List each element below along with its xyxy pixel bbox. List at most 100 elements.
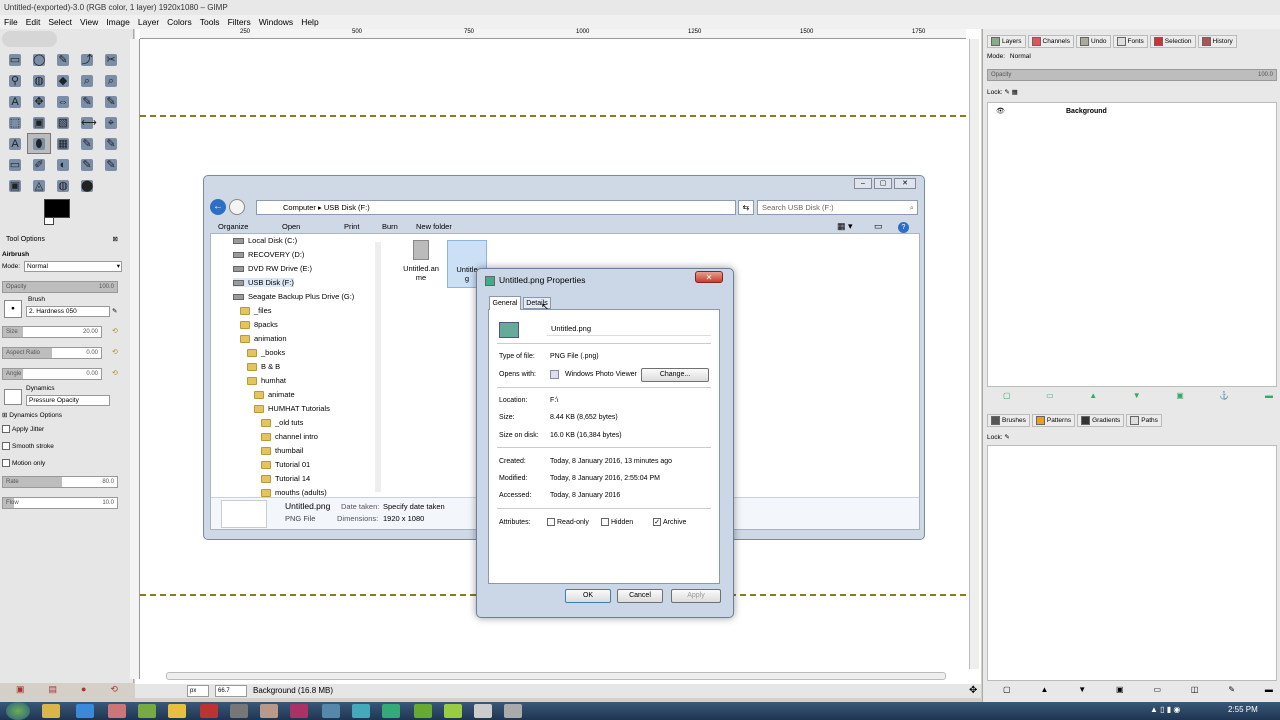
app7-taskbar-icon[interactable] <box>352 704 370 718</box>
archive-checkbox[interactable]: ✓ Archive <box>653 518 686 526</box>
toolbar-open-button[interactable]: Open <box>282 220 300 234</box>
tool-pencil[interactable]: ✎ <box>75 133 99 154</box>
lock-alpha-icon[interactable]: ▦ <box>1012 89 1018 96</box>
smooth-stroke-checkbox[interactable]: Smooth stroke <box>2 441 122 453</box>
tool-dodge[interactable]: ◍ <box>51 175 75 196</box>
menu-tools[interactable]: Tools <box>196 15 224 29</box>
tool-heal[interactable]: ⬮ <box>27 133 51 154</box>
save-options-icon[interactable]: ▣ <box>16 684 25 698</box>
search-box[interactable]: Search USB Disk (F:) ⌕ <box>757 200 918 215</box>
tree-item[interactable]: humhat <box>247 376 286 385</box>
tool-scale[interactable]: ⬚ <box>3 112 27 133</box>
toolbar-new-folder-button[interactable]: New folder <box>416 220 452 234</box>
tool-perspective-clone[interactable]: ✎ <box>99 154 123 175</box>
menu-filters[interactable]: Filters <box>224 15 255 29</box>
tool-zoom[interactable]: ⌕ <box>75 70 99 91</box>
tree-item[interactable]: DVD RW Drive (E:) <box>233 264 312 273</box>
start-button[interactable] <box>6 702 30 720</box>
tree-item[interactable]: _files <box>240 306 272 315</box>
tool-align[interactable]: ⇔ <box>51 91 75 112</box>
tool-foreground-select[interactable]: ⚲ <box>3 70 27 91</box>
menu-edit[interactable]: Edit <box>22 15 45 29</box>
app4-taskbar-icon[interactable] <box>260 704 278 718</box>
new-group-icon[interactable]: ▭ <box>1046 391 1054 400</box>
tool-paths[interactable]: ◍ <box>27 70 51 91</box>
tree-item[interactable]: thumbail <box>261 446 303 455</box>
unit-select[interactable]: px <box>187 685 209 697</box>
explorer-taskbar-icon[interactable] <box>42 704 60 718</box>
delete-path-icon[interactable]: ▬ <box>1265 685 1273 694</box>
apply-button[interactable]: Apply <box>671 589 721 603</box>
tool-text-tool[interactable]: A <box>3 133 27 154</box>
tool-move[interactable]: ✥ <box>27 91 51 112</box>
delete-options-icon[interactable]: ● <box>81 684 86 698</box>
background-color-swatch[interactable] <box>44 217 54 225</box>
eye-icon[interactable]: 👁 <box>996 105 1005 119</box>
menu-layer[interactable]: Layer <box>134 15 163 29</box>
app10-taskbar-icon[interactable] <box>444 704 462 718</box>
angle-slider[interactable]: Angle 0.00 <box>2 368 102 380</box>
layer-row[interactable]: 👁 Background <box>988 105 1276 119</box>
tool-rect-select[interactable]: ▭ <box>3 49 27 70</box>
raise-path-icon[interactable]: ▲ <box>1040 685 1048 694</box>
reset-angle-icon[interactable]: ⟲ <box>112 369 118 377</box>
dynamics-preview[interactable] <box>4 389 22 405</box>
navigate-icon[interactable]: ✥ <box>969 684 977 698</box>
tab-general[interactable]: General <box>489 296 521 310</box>
ie-taskbar-icon[interactable] <box>76 704 94 718</box>
tool-ellipse-select[interactable]: ◯ <box>27 49 51 70</box>
dynamics-options-expander[interactable]: ⊞ Dynamics Options <box>2 410 122 422</box>
tool-flip[interactable]: ⟷ <box>75 112 99 133</box>
tool-text[interactable]: A <box>3 91 27 112</box>
lock-path-icon[interactable]: ✎ <box>1004 434 1009 441</box>
tree-item[interactable]: Tutorial 01 <box>261 460 310 469</box>
back-button[interactable]: ← <box>210 199 226 215</box>
minimize-button[interactable]: – <box>854 178 872 189</box>
tool-bucket-fill[interactable]: ▦ <box>51 133 75 154</box>
preview-pane-icon[interactable]: ▭ <box>874 221 883 232</box>
anchor-layer-icon[interactable]: ⚓ <box>1219 391 1229 400</box>
reset-options-icon[interactable]: ⟲ <box>110 684 118 698</box>
tool-color-picker-2[interactable]: ⬤ <box>75 175 99 196</box>
toolbar-print-button[interactable]: Print <box>344 220 359 234</box>
tool-crop[interactable]: ✎ <box>75 91 99 112</box>
menu-help[interactable]: Help <box>297 15 322 29</box>
tab-layers[interactable]: Layers <box>987 34 1026 48</box>
tree-item[interactable]: _old tuts <box>261 418 303 427</box>
paint-path-icon[interactable]: ✎ <box>1228 685 1235 694</box>
app9-taskbar-icon[interactable] <box>414 704 432 718</box>
mode-select[interactable]: Normal ▾ <box>24 261 122 272</box>
selection-to-path-icon[interactable]: ◫ <box>1191 685 1199 694</box>
hidden-checkbox[interactable]: Hidden <box>601 518 633 526</box>
size-slider[interactable]: Size 20.00 <box>2 326 102 338</box>
tool-clone[interactable]: ✎ <box>75 154 99 175</box>
menu-view[interactable]: View <box>76 15 102 29</box>
dynamics-select[interactable]: Pressure Opacity <box>26 395 110 406</box>
opacity-slider[interactable]: Opacity 100.0 <box>2 281 118 293</box>
readonly-checkbox[interactable]: Read-only <box>547 518 589 526</box>
tray-icons[interactable]: ▲ ▯ ▮ ◉ <box>1150 705 1180 714</box>
tab-undo[interactable]: Undo <box>1075 34 1111 48</box>
file-item-untitled-anime[interactable]: Untitled.an me <box>399 240 443 282</box>
details-date-value[interactable]: Specify date taken <box>383 502 445 511</box>
tool-scissors[interactable]: ✂ <box>99 49 123 70</box>
tree-item[interactable]: 8packs <box>240 320 278 329</box>
edit-icon[interactable]: ✎ <box>112 306 117 318</box>
lock-pixels-icon[interactable]: ✎ <box>1004 89 1009 96</box>
chrome-taskbar-icon[interactable] <box>168 704 186 718</box>
tree-item[interactable]: Seagate Backup Plus Drive (G:) <box>233 292 354 301</box>
close-button[interactable]: ✕ <box>894 178 916 189</box>
tab-brushes[interactable]: Brushes <box>987 413 1030 427</box>
tree-item[interactable]: mouths (adults) <box>261 488 327 497</box>
ok-button[interactable]: OK <box>565 589 611 603</box>
tree-scrollbar[interactable] <box>375 242 381 492</box>
breadcrumb-usb[interactable]: USB Disk (F:) <box>324 203 370 212</box>
tree-item[interactable]: animate <box>254 390 295 399</box>
app2-taskbar-icon[interactable] <box>138 704 156 718</box>
tool-smudge[interactable]: ◬ <box>27 175 51 196</box>
tool-paintbrush[interactable]: ✎ <box>99 133 123 154</box>
app-taskbar-icon[interactable] <box>108 704 126 718</box>
menu-windows[interactable]: Windows <box>255 15 297 29</box>
help-icon[interactable]: ? <box>898 222 909 233</box>
dialog-close-button[interactable]: ✕ <box>695 271 723 283</box>
